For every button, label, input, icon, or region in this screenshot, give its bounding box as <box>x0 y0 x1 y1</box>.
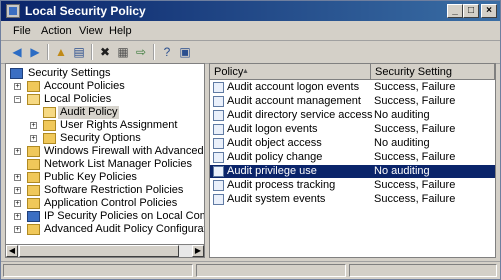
expand-icon[interactable]: + <box>14 148 21 155</box>
menu-action[interactable]: Action <box>41 25 72 37</box>
policy-row[interactable]: Audit account management Success, Failur… <box>210 95 495 108</box>
menu-bar: File Action View Help <box>1 22 500 41</box>
scroll-right-icon[interactable]: ▶ <box>192 245 204 257</box>
local-security-policy-window: Local Security Policy _ □ × File Action … <box>0 0 501 280</box>
status-bar <box>1 261 500 280</box>
policy-icon <box>213 180 224 191</box>
app-icon[interactable] <box>6 4 20 18</box>
menu-help[interactable]: Help <box>109 25 132 37</box>
expand-icon[interactable]: + <box>14 187 21 194</box>
policy-icon <box>213 138 224 149</box>
show-hide-tree-icon[interactable]: ▤ <box>71 44 87 60</box>
policy-icon <box>213 124 224 135</box>
ip-security-icon <box>27 211 40 222</box>
folder-open-icon <box>43 107 56 118</box>
folder-icon <box>43 133 56 144</box>
policy-icon <box>213 96 224 107</box>
expand-icon[interactable]: + <box>14 200 21 207</box>
expand-icon[interactable]: + <box>14 83 21 90</box>
minimize-button[interactable]: _ <box>447 4 463 18</box>
policy-icon <box>213 194 224 205</box>
folder-icon <box>27 146 40 157</box>
expand-icon[interactable]: + <box>14 174 21 181</box>
policy-row[interactable]: Audit system events Success, Failure <box>210 193 495 206</box>
policy-icon <box>213 152 224 163</box>
policy-row[interactable]: Audit account logon events Success, Fail… <box>210 81 495 94</box>
back-icon[interactable]: ◀ <box>9 44 25 60</box>
scroll-left-icon[interactable]: ◀ <box>6 245 18 257</box>
help-icon[interactable]: ? <box>159 44 175 60</box>
title-bar[interactable]: Local Security Policy _ □ × <box>1 1 500 21</box>
delete-icon[interactable]: ✖ <box>97 44 113 60</box>
scroll-thumb[interactable] <box>19 245 179 257</box>
forward-icon[interactable]: ▶ <box>27 44 43 60</box>
folder-icon <box>27 172 40 183</box>
folder-icon <box>27 198 40 209</box>
policy-row[interactable]: Audit directory service access No auditi… <box>210 109 495 122</box>
policy-row[interactable]: Audit policy change Success, Failure <box>210 151 495 164</box>
folder-icon <box>27 159 40 170</box>
help-topics-icon[interactable]: ▣ <box>177 44 193 60</box>
collapse-icon[interactable]: − <box>14 96 21 103</box>
window-title: Local Security Policy <box>25 4 146 18</box>
column-header-security-setting[interactable]: Security Setting <box>371 64 495 80</box>
tree-pane[interactable]: Security Settings + Account Policies − L… <box>5 63 205 258</box>
properties-icon[interactable]: ▦ <box>115 44 131 60</box>
expand-icon[interactable]: + <box>14 213 21 220</box>
sort-ascending-icon: ▲ <box>242 68 249 75</box>
maximize-button[interactable]: □ <box>463 4 479 18</box>
folder-icon <box>27 81 40 92</box>
policy-list-pane[interactable]: Policy ▲ Security Setting Audit account … <box>209 63 496 258</box>
policy-row[interactable]: Audit logon events Success, Failure <box>210 123 495 136</box>
expand-icon[interactable]: + <box>30 135 37 142</box>
toolbar-separator <box>153 44 155 60</box>
menu-view[interactable]: View <box>79 25 103 37</box>
policy-row[interactable]: Audit process tracking Success, Failure <box>210 179 495 192</box>
status-segment <box>349 264 497 277</box>
expand-icon[interactable]: + <box>14 226 21 233</box>
toolbar: ◀ ▶ ▲ ▤ ✖ ▦ ⇨ ? ▣ <box>1 41 500 64</box>
folder-icon <box>27 185 40 196</box>
security-settings-icon <box>10 68 23 79</box>
expand-icon[interactable]: + <box>30 122 37 129</box>
close-button[interactable]: × <box>481 4 497 18</box>
folder-open-icon <box>27 94 40 105</box>
tree-horizontal-scrollbar[interactable]: ◀ ▶ <box>5 244 205 258</box>
column-header-policy[interactable]: Policy ▲ <box>210 64 371 80</box>
policy-row[interactable]: Audit object access No auditing <box>210 137 495 150</box>
policy-icon <box>213 82 224 93</box>
toolbar-separator <box>91 44 93 60</box>
status-segment <box>196 264 346 277</box>
policy-icon <box>213 166 224 177</box>
folder-icon <box>43 120 56 131</box>
policy-row-selected[interactable]: Audit privilege use No auditing <box>210 165 495 178</box>
toolbar-separator <box>47 44 49 60</box>
policy-icon <box>213 110 224 121</box>
up-icon[interactable]: ▲ <box>53 44 69 60</box>
menu-file[interactable]: File <box>13 25 31 37</box>
status-segment <box>3 264 193 277</box>
folder-icon <box>27 224 40 235</box>
export-list-icon[interactable]: ⇨ <box>133 44 149 60</box>
